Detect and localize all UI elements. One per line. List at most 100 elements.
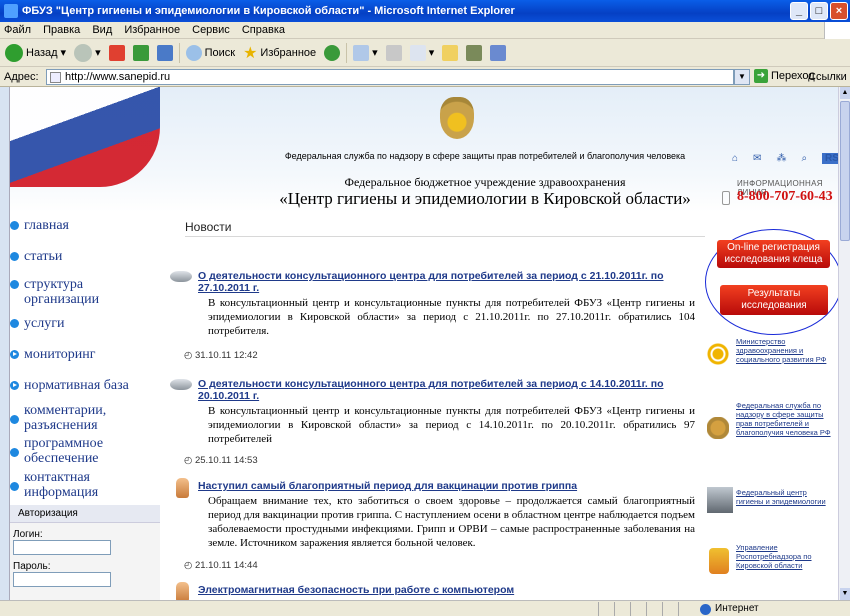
menu-tools[interactable]: Сервис [192,24,230,36]
bullet-icon [10,482,19,491]
page-content: Федеральная служба по надзору в сфере за… [10,87,838,600]
stop-button[interactable] [107,42,127,64]
news-item: Наступил самый благоприятный период для … [170,478,695,550]
hotline-phone: 8-800-707-60-43 [737,189,833,204]
login-input[interactable] [13,540,111,555]
menu-edit[interactable]: Правка [43,24,80,36]
left-frame-edge [0,87,10,600]
home-button[interactable] [155,42,175,64]
favorites-button[interactable]: ★ Избранное [241,42,318,64]
news-item-icon [170,271,192,282]
folder-icon [442,44,459,61]
home-link-icon[interactable]: ⌂ [732,153,738,164]
toolbar-separator [178,42,180,63]
window-title: ФБУЗ "Центр гигиены и эпидемиологии в Ки… [22,5,515,17]
finger-icon [176,582,189,600]
search-link-icon[interactable]: ⌕ [801,153,807,164]
news-item: О деятельности консультационного центра … [170,270,695,338]
status-cells [598,602,694,616]
federal-service-link[interactable]: Федеральная служба по надзору в сфере за… [736,401,831,437]
go-button[interactable]: ➜ Переход [754,69,815,83]
menu-bar: Файл Правка Вид Избранное Сервис Справка [0,22,850,39]
minimize-button[interactable]: _ [790,2,808,20]
nav-comments[interactable]: комментарии, разъяснения [10,403,106,433]
scroll-up-button[interactable]: ▲ [840,87,850,99]
bullet-icon [10,415,19,424]
page-icon [50,72,61,83]
news-item-icon [170,379,192,390]
messenger-button[interactable] [488,42,508,64]
history-button[interactable] [322,42,342,64]
ministry-logo-icon [707,343,729,365]
news-text: В консультационный центр и консультацион… [208,297,695,337]
nav-home[interactable]: главная [10,218,69,233]
nav-monitoring[interactable]: мониторинг [10,347,96,362]
arrow-bullet-icon [10,350,19,359]
back-button[interactable]: Назад ▾ [3,42,68,64]
messenger-icon [490,44,507,61]
nav-structure[interactable]: структура организации [10,277,99,307]
results-button[interactable]: Результаты исследования [720,285,828,315]
search-button[interactable]: Поиск [184,42,237,64]
online-registration-button[interactable]: On-line регистрация исследования клеща [717,240,830,268]
edit-button[interactable]: ▾ [408,42,437,64]
scroll-thumb[interactable] [840,101,850,241]
refresh-button[interactable] [131,42,151,64]
nav-software[interactable]: программное обеспечение [10,436,103,466]
news-title-link[interactable]: О деятельности консультационного центра … [170,270,695,294]
nav-contacts[interactable]: контактная информация [10,470,98,500]
forward-button[interactable]: ▾ [72,42,103,64]
nav-services[interactable]: услуги [10,316,64,331]
links-button[interactable]: Ссылки [808,69,847,85]
folder-button[interactable] [440,42,460,64]
mail-link-icon[interactable]: ✉ [753,153,761,164]
finger-icon [176,478,189,498]
menu-file[interactable]: Файл [4,24,31,36]
research-button[interactable] [464,42,484,64]
federal-center-building-image [707,487,733,513]
scroll-down-button[interactable]: ▼ [840,588,850,600]
news-title-link[interactable]: Электромагнитная безопасность при работе… [170,582,695,600]
vertical-scrollbar[interactable]: ▲ ▼ [838,87,850,600]
federal-service-text: Федеральная служба по надзору в сфере за… [284,151,686,161]
menu-favorites[interactable]: Избранное [124,24,180,36]
login-label: Логин: [13,529,43,540]
title-bar: ФБУЗ "Центр гигиены и эпидемиологии в Ки… [0,0,850,22]
nav-articles[interactable]: статьи [10,249,62,264]
news-title-link[interactable]: Наступил самый благоприятный период для … [170,478,695,498]
menu-view[interactable]: Вид [92,24,112,36]
search-icon [185,44,202,61]
regional-office-link[interactable]: Управление Роспотребнадзора по Кировской… [736,543,831,570]
mail-button[interactable]: ▾ [351,42,380,64]
news-heading: Новости [185,220,232,234]
header-icons: ⌂ ✉ ⁂ ⌕ RSS [732,153,838,164]
rospotrebnadzor-emblem-icon [707,417,729,439]
divider [185,236,705,237]
star-icon: ★ [243,44,258,62]
kirov-region-map-icon [709,548,729,574]
news-text: В консультационный центр и консультацион… [208,405,695,445]
password-input[interactable] [13,572,111,587]
address-input[interactable]: http://www.sanepid.ru [46,69,734,85]
maximize-button[interactable]: □ [810,2,828,20]
federal-center-link[interactable]: Федеральный центр гигиены и эпидемиологи… [736,488,831,506]
bullet-icon [10,252,19,261]
refresh-icon [132,44,149,61]
menu-help[interactable]: Справка [242,24,285,36]
news-title-link[interactable]: О деятельности консультационного центра … [170,378,695,402]
nav-regulations[interactable]: нормативная база [10,378,129,393]
auth-title: Авторизация [10,505,160,523]
globe-icon [700,603,711,615]
close-button[interactable]: × [830,2,848,20]
news-text: Обращаем внимание тех, кто заботиться о … [208,495,695,549]
rss-icon[interactable]: RSS [822,153,838,164]
address-dropdown-button[interactable]: ▼ [734,69,750,85]
windows-logo-icon [824,22,850,39]
site-header: Федеральная служба по надзору в сфере за… [10,87,838,212]
mail-icon [353,44,370,61]
go-arrow-icon: ➜ [754,69,768,83]
ministry-link[interactable]: Министерство здравоохранения и социально… [736,337,831,364]
sitemap-link-icon[interactable]: ⁂ [776,153,786,164]
address-bar: Адрес: http://www.sanepid.ru ▼ ➜ Переход… [0,67,850,87]
print-button[interactable] [384,42,404,64]
